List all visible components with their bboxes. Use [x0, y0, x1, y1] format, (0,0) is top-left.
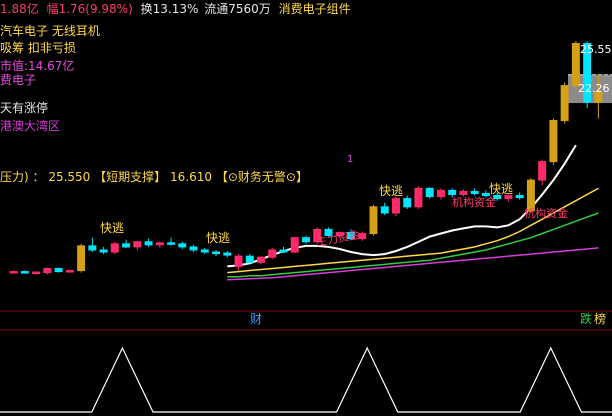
candle-body	[110, 243, 119, 253]
fast-escape-label: 快逃	[206, 231, 231, 245]
candle-body	[459, 190, 468, 196]
candle-body	[515, 195, 524, 199]
support-value: 16.610	[170, 170, 212, 184]
candle-body	[290, 237, 299, 253]
candle-body	[54, 267, 63, 273]
price-mark-label: 22.26	[578, 82, 610, 95]
signal-one-label: 1	[347, 154, 354, 165]
candle-body	[65, 270, 74, 273]
candle-body	[88, 245, 97, 251]
candle-body	[448, 189, 457, 196]
institution-fund-label: 机构资金	[524, 207, 568, 220]
candle-body	[122, 243, 131, 248]
finance-marker: 财	[250, 312, 263, 326]
fast-escape-label: 快逃	[100, 221, 125, 235]
ma-line-white	[227, 144, 577, 268]
candle-body	[549, 120, 558, 163]
candle-body	[99, 249, 108, 253]
sector-tag: 消费电子组件	[278, 2, 351, 16]
volume-amount: 1.88亿	[0, 2, 39, 16]
candle-body	[560, 85, 569, 122]
indicator-line	[0, 346, 612, 413]
concept-tags: 汽车电子 无线耳机	[0, 24, 100, 38]
finance-warning: 【⊙财务无警⊙】	[215, 170, 308, 184]
candle-body	[245, 255, 254, 263]
candle-body	[212, 251, 221, 255]
candle-body	[20, 271, 29, 274]
market-cap: 市值:14.67亿	[0, 59, 75, 73]
change-percent: 幅1.76(9.98%)	[46, 2, 133, 16]
candle-body	[436, 189, 445, 198]
rank-marker: 榜	[594, 312, 607, 326]
candle-body	[43, 267, 52, 274]
candle-body	[369, 206, 378, 235]
candle-body	[234, 255, 243, 267]
stock-chart-screen: 1.88亿 幅1.76(9.98%) 换13.13% 流通7560万 消费电子组…	[0, 0, 612, 416]
fund-tags: 吸筹 扣非亏损	[0, 41, 76, 55]
pressure-label: 压力) ：	[0, 170, 45, 184]
candle-body	[470, 190, 479, 194]
candle-body	[155, 242, 164, 246]
ma-line-magenta	[227, 247, 599, 281]
candle-body	[32, 271, 41, 275]
candle-body	[77, 245, 86, 272]
float-shares: 流通7560万	[204, 2, 271, 16]
fast-escape-label: 快逃	[379, 184, 404, 198]
candle-body	[538, 161, 547, 181]
candle-body	[133, 241, 142, 248]
candle-body	[144, 241, 153, 246]
ma-line-yellow	[227, 187, 599, 274]
candle-body	[9, 271, 18, 274]
candlestick-chart[interactable]	[0, 0, 612, 416]
institution-fund-label: 机构资金	[452, 196, 496, 209]
industry: 费电子	[0, 73, 37, 87]
candle-body	[571, 42, 580, 87]
turnover: 换13.13%	[140, 2, 199, 16]
quote-header: 1.88亿 幅1.76(9.98%) 换13.13% 流通7560万 消费电子组…	[0, 2, 351, 16]
pressure-support-line: 压力) ： 25.550 【短期支撑】 16.610 【⊙财务无警⊙】	[0, 170, 308, 184]
candle-body	[178, 243, 187, 248]
limit-up-info: 天有涨停	[0, 101, 49, 115]
candle-body	[223, 252, 232, 256]
pressure-value: 25.550	[48, 170, 91, 184]
candle-body	[279, 249, 288, 253]
candle-body	[257, 256, 266, 263]
fast-escape-label: 快逃	[489, 182, 514, 196]
region-tag: 港澳大湾区	[0, 119, 61, 133]
candle-body	[414, 187, 423, 208]
candle-body	[302, 237, 310, 243]
candle-body	[391, 198, 400, 214]
candle-body	[380, 206, 389, 214]
candle-body	[268, 249, 277, 258]
candle-body	[425, 187, 434, 198]
support-label: 【短期支撑】	[94, 170, 167, 184]
candle-body	[189, 246, 198, 251]
candle-body	[200, 249, 209, 253]
high-price-label: 25.55	[580, 43, 612, 56]
fall-marker: 跌	[580, 312, 593, 326]
candle-body	[167, 242, 176, 245]
candle-body	[403, 198, 412, 208]
